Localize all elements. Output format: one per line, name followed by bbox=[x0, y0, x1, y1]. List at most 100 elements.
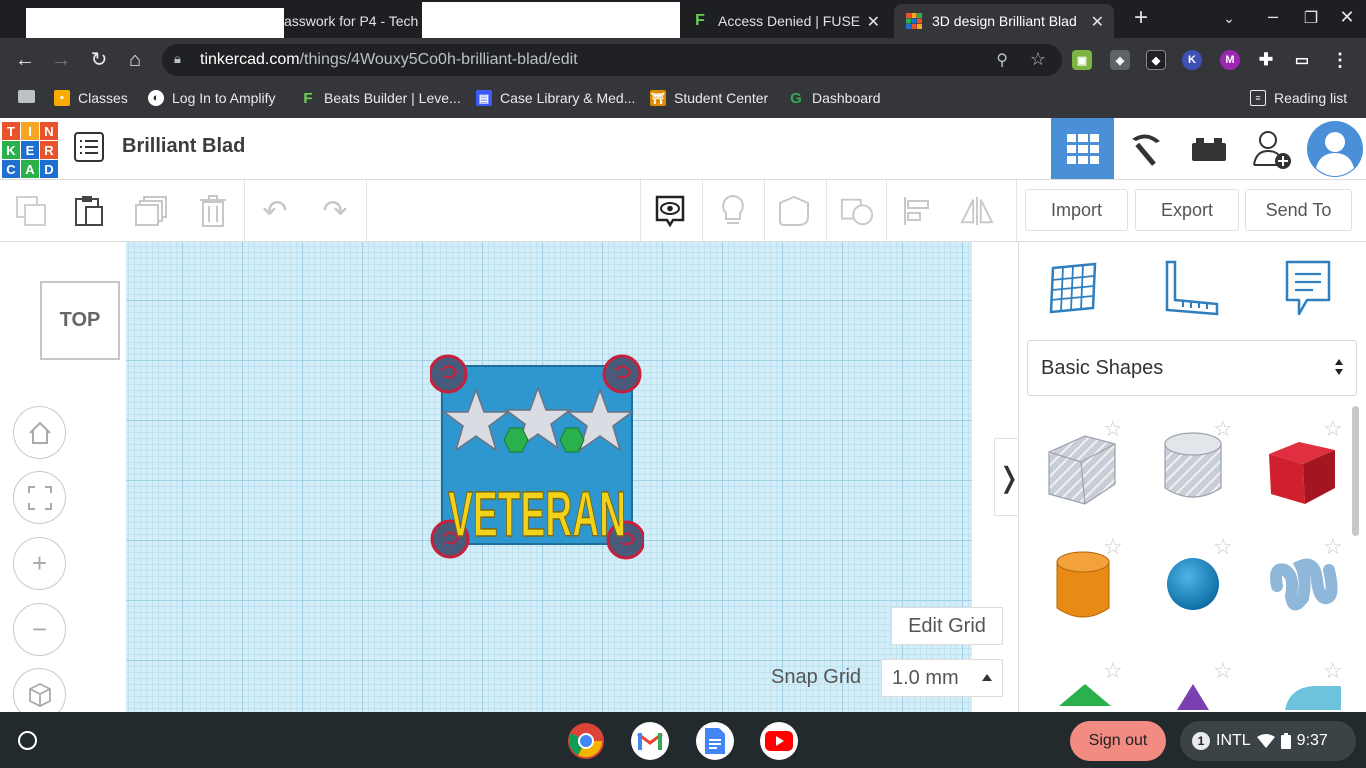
favorite-star-icon[interactable]: ☆ bbox=[1213, 660, 1233, 682]
k-extension-icon[interactable]: K bbox=[1182, 50, 1202, 70]
favorite-star-icon[interactable]: ☆ bbox=[1213, 418, 1233, 440]
design-list-icon[interactable] bbox=[74, 132, 104, 162]
wifi-icon bbox=[1256, 734, 1275, 748]
avatar[interactable] bbox=[1303, 118, 1366, 179]
workplane-tool-icon[interactable] bbox=[1045, 258, 1105, 318]
undo-icon[interactable]: ↶ bbox=[258, 194, 292, 228]
shield-extension-icon[interactable]: ◈ bbox=[1110, 50, 1130, 70]
url-host: tinkercad.com bbox=[200, 51, 300, 68]
bookmark-amplify[interactable]: ◐ Log In to Amplify bbox=[148, 90, 276, 106]
extensions-puzzle-icon[interactable]: ✚ bbox=[1256, 50, 1276, 70]
zoom-out-button[interactable]: − bbox=[13, 603, 66, 656]
tab-fuse[interactable]: F Access Denied | FUSE ✕ bbox=[680, 4, 890, 38]
m-extension-icon[interactable]: M bbox=[1220, 50, 1240, 70]
tab-tinkercad[interactable]: 3D design Brilliant Blad ✕ bbox=[894, 4, 1114, 38]
bookmark-beats-builder[interactable]: F Beats Builder | Leve... bbox=[300, 90, 460, 107]
snap-grid-value: 1.0 mm bbox=[892, 666, 959, 689]
shapes-scrollbar[interactable] bbox=[1352, 406, 1359, 536]
snap-grid-select[interactable]: 1.0 mm bbox=[881, 659, 1003, 697]
home-view-button[interactable] bbox=[13, 406, 66, 459]
bookmark-dashboard[interactable]: G Dashboard bbox=[788, 89, 881, 107]
favorite-star-icon[interactable]: ☆ bbox=[1323, 418, 1343, 440]
address-bar[interactable]: 🔒︎ tinkercad.com/things/4Wouxy5Co0h-bril… bbox=[162, 44, 1062, 76]
export-button[interactable]: Export bbox=[1135, 189, 1239, 231]
bookmark-label: Classes bbox=[78, 90, 128, 106]
bookmark-label: Dashboard bbox=[812, 90, 881, 106]
notes-tool-icon[interactable] bbox=[1277, 258, 1337, 318]
tinkercad-favicon bbox=[906, 13, 922, 29]
redo-icon[interactable]: ↷ bbox=[318, 194, 352, 228]
restore-button[interactable]: ❐ bbox=[1296, 8, 1326, 28]
edit-grid-button[interactable]: Edit Grid bbox=[891, 607, 1003, 645]
delete-icon[interactable] bbox=[196, 194, 230, 228]
favorite-star-icon[interactable]: ☆ bbox=[1103, 536, 1123, 558]
align-icon[interactable] bbox=[900, 194, 934, 228]
design-title[interactable]: Brilliant Blad bbox=[122, 135, 245, 158]
tinkercad-logo[interactable]: T I N K E R C A D bbox=[2, 122, 58, 178]
copy-icon[interactable] bbox=[14, 194, 48, 228]
bookmark-classes[interactable]: ▪ Classes bbox=[54, 90, 128, 106]
view-cube[interactable]: TOP bbox=[40, 281, 120, 360]
google-docs-icon[interactable] bbox=[696, 722, 734, 760]
veteran-plaque-model[interactable]: VETERAN bbox=[430, 352, 644, 560]
system-tray[interactable]: 1 INTL 9:37 bbox=[1180, 721, 1356, 761]
forward-button[interactable]: → bbox=[48, 48, 74, 72]
bookmark-star-icon[interactable]: ☆ bbox=[1030, 49, 1046, 70]
notes-eye-icon[interactable] bbox=[653, 194, 687, 228]
clock-time: 9:37 bbox=[1296, 732, 1328, 749]
minimize-button[interactable]: – bbox=[1258, 6, 1288, 27]
lock-icon: 🔒︎ bbox=[174, 51, 181, 66]
paste-icon[interactable] bbox=[72, 194, 106, 228]
url-path: /things/4Wouxy5Co0h-brilliant-blad/edit bbox=[299, 51, 578, 68]
reload-button[interactable]: ↻ bbox=[86, 48, 112, 72]
sign-out-button[interactable]: Sign out bbox=[1070, 721, 1166, 761]
lightbulb-icon[interactable] bbox=[716, 194, 750, 228]
send-to-button[interactable]: Send To bbox=[1245, 189, 1352, 231]
3d-view-grid-icon[interactable] bbox=[1051, 118, 1114, 179]
tab-classwork[interactable]: asswork for P4 - Tech bbox=[284, 4, 420, 38]
reading-list-label: Reading list bbox=[1274, 90, 1348, 106]
edit-toolbar: ↶ ↷ Import Export Send To bbox=[0, 180, 1366, 242]
chrome-icon[interactable] bbox=[567, 722, 605, 760]
bookmark-folder-icon[interactable] bbox=[18, 90, 43, 103]
duplicate-icon[interactable] bbox=[134, 194, 168, 228]
chrome-menu-icon[interactable]: ⋮ bbox=[1330, 50, 1350, 70]
ungroup-icon[interactable] bbox=[840, 194, 874, 228]
close-tab-icon[interactable]: ✕ bbox=[1091, 12, 1104, 32]
fit-view-button[interactable] bbox=[13, 471, 66, 524]
ruler-tool-icon[interactable] bbox=[1161, 258, 1221, 318]
bookmark-student-center[interactable]: ⛩ Student Center bbox=[650, 90, 768, 106]
plus-icon: + bbox=[31, 548, 48, 578]
up-down-caret-icon bbox=[1335, 359, 1343, 375]
import-button[interactable]: Import bbox=[1025, 189, 1128, 231]
close-tab-icon[interactable]: ✕ bbox=[867, 12, 880, 32]
zoom-in-button[interactable]: + bbox=[13, 537, 66, 590]
group-icon[interactable] bbox=[778, 194, 812, 228]
new-tab-button[interactable]: + bbox=[1126, 4, 1156, 32]
shield-dark-extension-icon[interactable]: ◆ bbox=[1146, 50, 1166, 70]
add-user-icon[interactable] bbox=[1240, 118, 1303, 179]
cast-icon[interactable]: ▭ bbox=[1292, 50, 1312, 70]
youtube-icon[interactable] bbox=[760, 722, 798, 760]
classroom-extension-icon[interactable]: ▣ bbox=[1072, 50, 1092, 70]
tab-search-icon[interactable]: ⌄ bbox=[1214, 10, 1244, 27]
bookmark-case-library[interactable]: ▤ Case Library & Med... bbox=[476, 90, 635, 106]
gmail-icon[interactable] bbox=[631, 722, 669, 760]
dashboard-icon: G bbox=[790, 89, 802, 107]
bricks-icon[interactable] bbox=[1177, 118, 1240, 179]
mirror-icon[interactable] bbox=[960, 194, 994, 228]
reading-list-button[interactable]: ≡ Reading list bbox=[1250, 90, 1347, 106]
shapes-panel: Basic Shapes ☆ ☆ ☆ ☆ ☆ ☆ ☆ ☆ ☆ bbox=[1018, 242, 1366, 712]
favorite-star-icon[interactable]: ☆ bbox=[1213, 536, 1233, 558]
favorite-star-icon[interactable]: ☆ bbox=[1103, 660, 1123, 682]
favorite-star-icon[interactable]: ☆ bbox=[1323, 536, 1343, 558]
shape-category-select[interactable]: Basic Shapes bbox=[1027, 340, 1357, 396]
close-window-button[interactable]: ✕ bbox=[1332, 7, 1362, 28]
codeblocks-pickaxe-icon[interactable] bbox=[1114, 118, 1177, 179]
zoom-icon[interactable]: ⚲ bbox=[996, 50, 1008, 70]
home-icon[interactable]: ⌂ bbox=[122, 48, 148, 72]
favorite-star-icon[interactable]: ☆ bbox=[1103, 418, 1123, 440]
favorite-star-icon[interactable]: ☆ bbox=[1323, 660, 1343, 682]
back-button[interactable]: ← bbox=[12, 48, 38, 72]
launcher-button[interactable] bbox=[18, 731, 37, 750]
